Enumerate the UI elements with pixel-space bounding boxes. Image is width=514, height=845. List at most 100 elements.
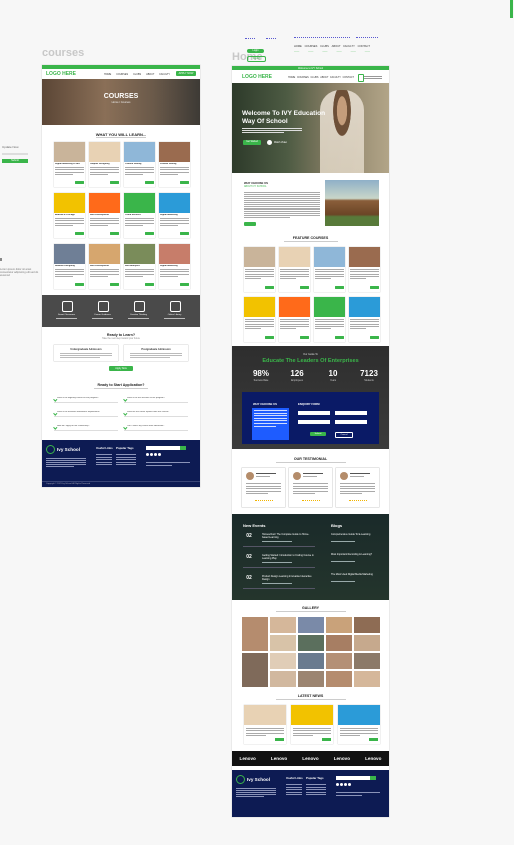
play-icon[interactable] [267, 140, 272, 145]
faq-item[interactable]: What is the eligibility criteria for the… [53, 396, 118, 403]
event-title[interactable]: Getting Started: Introduction to Coding … [262, 554, 314, 560]
nav-item[interactable]: HOME [288, 76, 295, 79]
signup-pill[interactable]: Signup [247, 56, 266, 62]
course-button[interactable] [265, 286, 274, 289]
course-card[interactable] [314, 247, 345, 292]
course-card[interactable] [244, 247, 275, 292]
courses-logo[interactable]: LOGO HERE [46, 71, 76, 77]
about-button[interactable] [244, 222, 256, 226]
gallery-image[interactable] [242, 617, 268, 651]
course-card[interactable]: Digital Marketing [159, 193, 190, 238]
gallery-image[interactable] [354, 671, 380, 687]
gallery-image[interactable] [326, 635, 352, 651]
twitter-icon[interactable] [150, 453, 153, 456]
footer-tags[interactable] [306, 782, 326, 797]
course-card[interactable] [244, 297, 275, 342]
blog-title[interactable]: Most Important Recording & Learning? [331, 553, 379, 556]
facebook-icon[interactable] [336, 783, 339, 786]
course-button[interactable] [180, 181, 189, 184]
mini-menu-item[interactable]: CONTACT [358, 45, 370, 48]
news-button[interactable] [275, 738, 284, 741]
gallery-image[interactable] [326, 653, 352, 669]
newsletter-button[interactable] [180, 446, 186, 450]
course-button[interactable] [75, 181, 84, 184]
event-title[interactable]: Product Design Learning Innovative Inter… [262, 575, 314, 581]
course-button[interactable] [370, 286, 379, 289]
courses-cta-button[interactable]: APPLY NOW [176, 71, 196, 76]
course-button[interactable] [75, 232, 84, 235]
login-pill[interactable]: Login [247, 49, 264, 53]
gallery-image[interactable] [354, 617, 380, 633]
gallery-image[interactable] [270, 671, 296, 687]
gallery-image[interactable] [298, 671, 324, 687]
nav-item[interactable]: HOME [104, 73, 111, 76]
newsletter-input[interactable] [336, 776, 370, 780]
course-card[interactable]: Product Writing [159, 142, 190, 187]
nav-item[interactable]: FACULTY [330, 76, 341, 79]
side-input[interactable] [2, 153, 28, 155]
course-card[interactable]: Web Analytics [124, 244, 155, 289]
enquiry-field[interactable] [335, 420, 367, 424]
newsletter-input[interactable] [146, 446, 180, 450]
enquiry-field[interactable] [298, 411, 330, 415]
newsletter-button[interactable] [370, 776, 376, 780]
news-card[interactable] [338, 705, 380, 744]
gallery-image[interactable] [270, 617, 296, 633]
footer-links[interactable] [286, 782, 302, 797]
gallery-image[interactable] [270, 653, 296, 669]
course-button[interactable] [370, 336, 379, 339]
gallery-image[interactable] [354, 653, 380, 669]
scroll-marker[interactable] [510, 0, 513, 18]
course-button[interactable] [180, 232, 189, 235]
twitter-icon[interactable] [340, 783, 343, 786]
faq-item[interactable]: Can I switch my course after admission? [123, 424, 188, 431]
event-title[interactable]: Homeschool: The Complete Guide to Home-b… [262, 533, 314, 539]
home-logo[interactable]: LOGO HERE [242, 74, 272, 80]
course-card[interactable]: Android & IOS App [54, 193, 85, 238]
course-card[interactable] [279, 247, 310, 292]
footer-tags[interactable] [116, 452, 136, 467]
gallery-image[interactable] [242, 653, 268, 687]
gallery-image[interactable] [326, 617, 352, 633]
mini-menu-item[interactable]: CLUBS [320, 45, 329, 48]
linkedin-icon[interactable] [348, 783, 351, 786]
news-button[interactable] [322, 738, 331, 741]
enquiry-submit-button[interactable]: Submit [310, 432, 326, 436]
footer-links[interactable] [96, 452, 112, 467]
course-card[interactable] [349, 297, 380, 342]
course-card[interactable]: Web Development [89, 244, 120, 289]
nav-item[interactable]: ABOUT [320, 76, 328, 79]
nav-item[interactable]: FACULTY [159, 73, 170, 76]
hero-play[interactable]: Watch Video [267, 140, 287, 145]
nav-item[interactable]: COURSES [297, 76, 309, 79]
enquiry-field[interactable] [298, 420, 330, 424]
side-submit-button[interactable]: Submit [2, 159, 28, 163]
course-button[interactable] [180, 283, 189, 286]
blog-title[interactable]: Comprehensive Guide To E-Learning [331, 533, 379, 536]
nav-item[interactable]: ABOUT [146, 73, 154, 76]
gallery-image[interactable] [298, 653, 324, 669]
enquiry-cancel-button[interactable]: Cancel [335, 432, 353, 438]
mini-menu-item[interactable]: FACULTY [343, 45, 354, 48]
gallery-image[interactable] [298, 635, 324, 651]
course-card[interactable]: Cloud Services [124, 193, 155, 238]
nav-item[interactable]: CLUBS [311, 76, 319, 79]
course-button[interactable] [75, 283, 84, 286]
admission-box-1[interactable]: Undergraduate Admission [54, 345, 118, 361]
course-button[interactable] [110, 232, 119, 235]
news-button[interactable] [369, 738, 378, 741]
faq-item[interactable]: How do I apply for the scholarship? [53, 424, 118, 431]
course-button[interactable] [110, 181, 119, 184]
course-card[interactable]: Network Designing [54, 244, 85, 289]
gallery-image[interactable] [326, 671, 352, 687]
gallery-image[interactable] [298, 617, 324, 633]
gallery-image[interactable] [354, 635, 380, 651]
course-button[interactable] [265, 336, 274, 339]
mini-menu-item[interactable]: ABOUT [332, 45, 341, 48]
news-card[interactable] [244, 705, 286, 744]
social-icons[interactable] [146, 453, 161, 456]
faq-item[interactable]: What is the minimum attendance requireme… [53, 410, 118, 417]
mini-menu-item[interactable]: HOME [294, 45, 302, 48]
admission-box-2[interactable]: Postgraduate Admission [124, 345, 188, 361]
blog-title[interactable]: The Most Used Digital Media Marketing [331, 573, 379, 576]
